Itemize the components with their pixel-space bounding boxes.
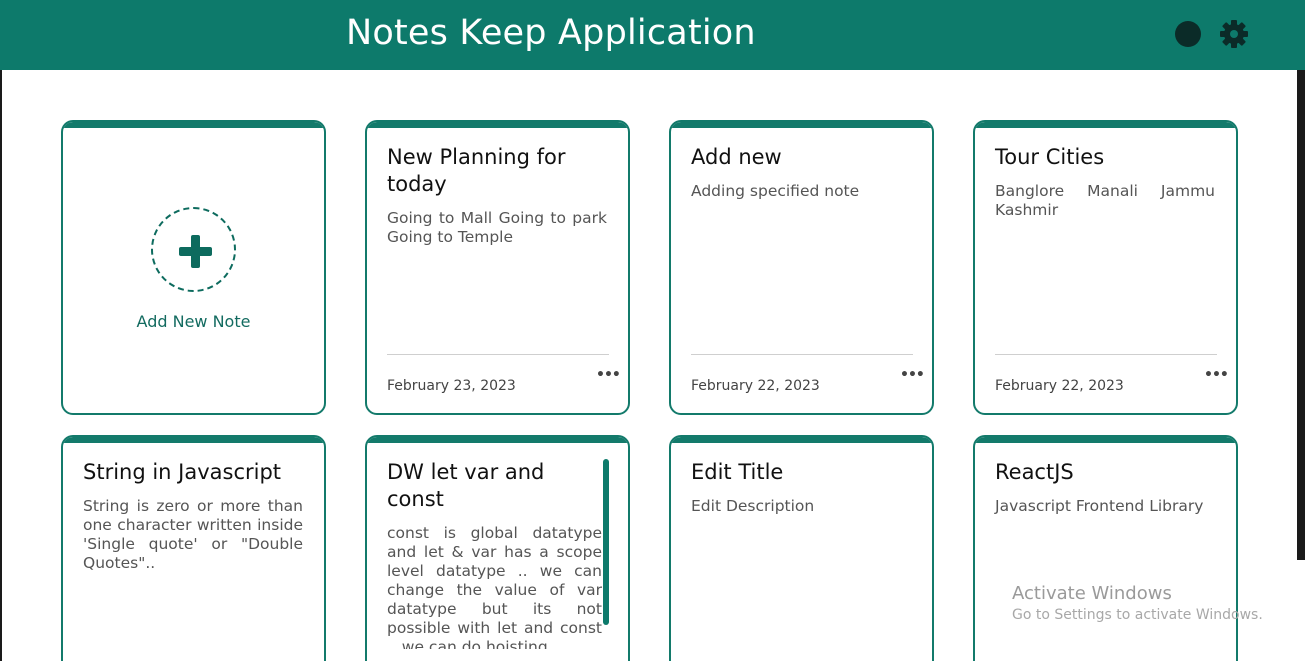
gear-icon[interactable] [1219,19,1249,49]
add-note-button[interactable] [151,207,236,292]
app-title: Notes Keep Application [346,13,756,53]
more-icon[interactable]: ••• [596,368,621,382]
add-note-card[interactable]: Add New Note [61,120,326,415]
note-description: Banglore Manali Jammu Kashmir [995,182,1215,219]
note-description: const is global datatype and let & var h… [387,524,602,649]
note-date: February 23, 2023 [387,378,516,394]
note-description: String is zero or more than one characte… [83,497,303,572]
note-date: February 22, 2023 [691,378,820,394]
note-card[interactable]: DW let var and const const is global dat… [365,435,630,661]
note-title: DW let var and const [387,460,545,511]
page-scrollbar[interactable] [1297,70,1305,560]
note-scrollbar[interactable] [603,459,609,625]
note-title: Add new [691,145,782,169]
more-icon[interactable]: ••• [1204,368,1229,382]
note-card[interactable]: New Planning for today Going to Mall Goi… [365,120,630,415]
app-header: Notes Keep Application [0,0,1305,70]
note-divider [387,354,609,355]
note-description: Javascript Frontend Library [995,497,1204,515]
note-title: ReactJS [995,460,1074,484]
note-title: Tour Cities [995,145,1105,169]
note-description: Edit Description [691,497,815,515]
add-note-label[interactable]: Add New Note [63,312,324,331]
note-description: Adding specified note [691,182,860,200]
plus-icon [179,235,212,268]
note-card[interactable]: Add new Adding specified note February 2… [669,120,934,415]
note-title: Edit Title [691,460,784,484]
note-card[interactable]: String in Javascript String is zero or m… [61,435,326,661]
note-title: New Planning for today [387,145,566,196]
window-edge [0,70,2,661]
dark-mode-icon[interactable] [1175,21,1201,47]
note-card[interactable]: Edit Title Edit Description [669,435,934,661]
note-title: String in Javascript [83,460,282,484]
activate-windows-subtitle: Go to Settings to activate Windows. [1012,607,1263,623]
note-divider [995,354,1217,355]
note-date: February 22, 2023 [995,378,1124,394]
note-card[interactable]: ReactJS Javascript Frontend Library [973,435,1238,661]
note-card[interactable]: Tour Cities Banglore Manali Jammu Kashmi… [973,120,1238,415]
note-description: Going to Mall Going to park Going to Tem… [387,209,607,246]
more-icon[interactable]: ••• [900,368,925,382]
note-divider [691,354,913,355]
activate-windows-title: Activate Windows [1012,583,1172,604]
